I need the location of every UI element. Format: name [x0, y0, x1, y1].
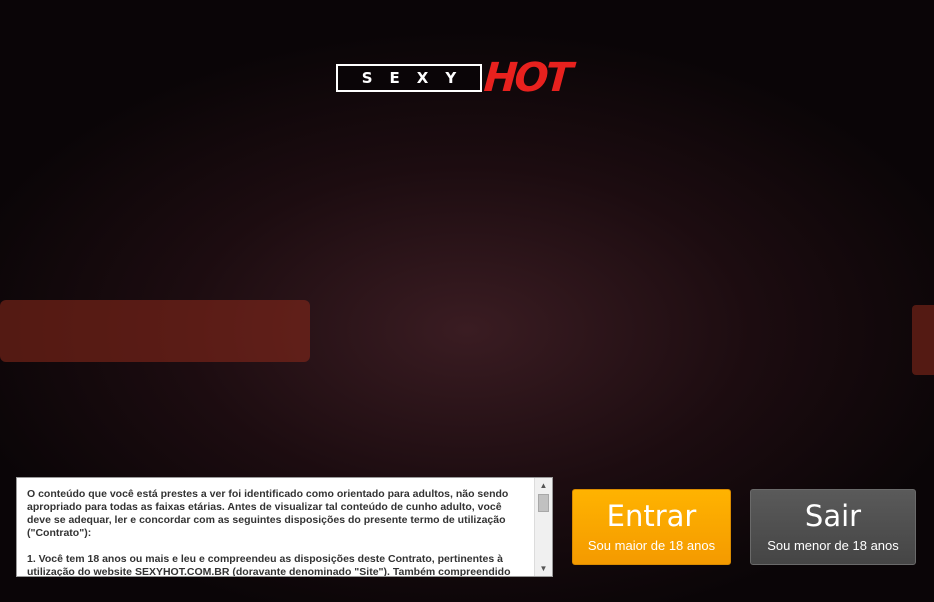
enter-button[interactable]: Entrar Sou maior de 18 anos: [572, 489, 731, 565]
terms-scrollbar[interactable]: ▲ ▼: [534, 478, 552, 576]
scroll-up-arrow-icon[interactable]: ▲: [535, 478, 552, 493]
enter-button-title: Entrar: [606, 499, 697, 533]
logo-hot-text: HOT: [482, 55, 572, 101]
site-logo: SEXY HOT: [336, 55, 572, 101]
logo-sexy-text: SEXY: [336, 64, 482, 92]
enter-button-subtitle: Sou maior de 18 anos: [587, 538, 716, 553]
scroll-down-arrow-icon[interactable]: ▼: [535, 561, 552, 576]
terms-paragraph-2: 1. Você tem 18 anos ou mais e leu e comp…: [27, 553, 511, 577]
exit-button[interactable]: Sair Sou menor de 18 anos: [750, 489, 916, 565]
terms-paragraph-1: O conteúdo que você está prestes a ver f…: [27, 488, 509, 539]
terms-box[interactable]: O conteúdo que você está prestes a ver f…: [16, 477, 553, 577]
exit-button-subtitle: Sou menor de 18 anos: [767, 538, 899, 553]
exit-button-title: Sair: [804, 499, 862, 533]
terms-text: O conteúdo que você está prestes a ver f…: [27, 488, 525, 577]
scroll-thumb[interactable]: [538, 494, 549, 512]
